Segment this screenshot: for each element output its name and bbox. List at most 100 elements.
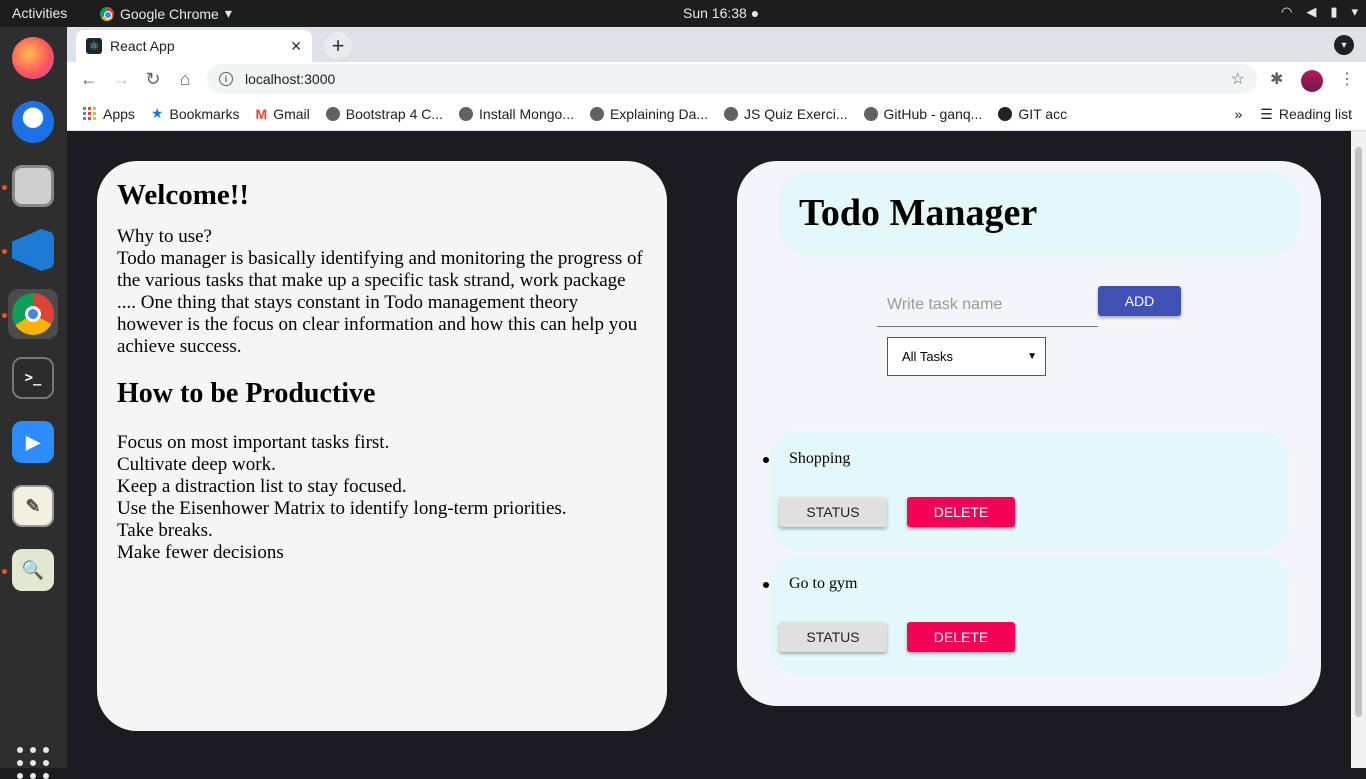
welcome-heading: Welcome!! <box>117 179 250 211</box>
page-scrollbar[interactable] <box>1351 131 1366 768</box>
todo-name: Go to gym <box>789 575 858 592</box>
plus-icon: + <box>331 33 345 58</box>
tip-item: Make fewer decisions <box>117 542 284 563</box>
close-icon[interactable]: ✕ <box>290 38 302 55</box>
status-button[interactable]: STATUS <box>779 622 887 652</box>
tab-search-icon[interactable]: ▾ <box>1334 35 1354 55</box>
status-button[interactable]: STATUS <box>779 497 887 527</box>
bookmark-label: GitHub - ganq... <box>883 105 983 122</box>
chevron-down-icon: ▾ <box>224 5 232 21</box>
star-icon[interactable]: ☆ <box>1231 69 1245 89</box>
bookmark-label: GIT acc <box>1018 105 1068 122</box>
vscode-icon <box>12 229 54 271</box>
zoom-icon: ▶ <box>12 421 54 463</box>
menu-icon[interactable]: ⋮ <box>1339 69 1355 89</box>
add-task-button[interactable]: ADD <box>1098 286 1181 316</box>
running-indicator <box>2 569 7 574</box>
bookmark-label: Apps <box>103 105 135 122</box>
new-tab-button[interactable]: + <box>324 32 352 60</box>
running-indicator <box>2 249 7 254</box>
bookmark-apps[interactable]: Apps <box>83 106 135 122</box>
dock-zoom[interactable]: ▶ <box>8 417 58 467</box>
bookmark-gmail[interactable]: M Gmail <box>256 106 310 122</box>
reload-icon[interactable]: ↻ <box>140 66 166 92</box>
dock-files[interactable] <box>8 161 58 211</box>
avatar[interactable] <box>1301 70 1323 92</box>
clock-label: Sun 16:38 <box>683 5 747 21</box>
filter-selected-value: All Tasks <box>902 349 954 364</box>
tip-item: Keep a distraction list to stay focused. <box>117 476 407 497</box>
extensions-icon[interactable]: ✱ <box>1270 69 1283 89</box>
bookmark-explaining[interactable]: Explaining Da... <box>589 105 709 122</box>
home-icon[interactable]: ⌂ <box>172 66 198 92</box>
terminal-icon: >_ <box>12 357 54 399</box>
activities-button[interactable]: Activities <box>12 5 67 21</box>
scrollbar-thumb[interactable] <box>1355 147 1362 717</box>
chevron-down-icon: ▼ <box>1027 351 1037 362</box>
firefox-icon <box>12 37 54 79</box>
dock-terminal[interactable]: >_ <box>8 353 58 403</box>
github-icon <box>998 106 1013 121</box>
app-menu-label: Google Chrome <box>120 5 219 22</box>
react-icon: ⚛ <box>86 38 102 54</box>
bullet-icon <box>763 457 769 463</box>
dock-text-editor[interactable]: ✎ <box>8 481 58 531</box>
bullet-icon <box>763 582 769 588</box>
address-bar[interactable]: i localhost:3000 ☆ <box>207 64 1257 94</box>
bookmark-label: JS Quiz Exerci... <box>744 105 848 122</box>
bookmark-label: Install Mongo... <box>479 105 574 122</box>
bookmark-label: Gmail <box>273 105 310 122</box>
star-icon: ★ <box>150 105 164 121</box>
page-title: Todo Manager <box>779 171 1299 255</box>
dock-image-viewer[interactable]: 🔍 <box>8 545 58 595</box>
chevron-down-icon: ▾ <box>1351 4 1358 19</box>
dock-thunderbird[interactable] <box>8 97 58 147</box>
delete-button[interactable]: DELETE <box>907 622 1015 652</box>
forward-icon[interactable]: → <box>108 66 134 92</box>
tab-title: React App <box>110 38 175 54</box>
show-applications-icon[interactable] <box>17 747 49 779</box>
bookmark-bootstrap[interactable]: Bootstrap 4 C... <box>325 105 444 122</box>
dock-chrome[interactable] <box>8 289 58 339</box>
back-icon[interactable]: ← <box>76 66 102 92</box>
chrome-center <box>25 306 41 322</box>
bookmark-bookmarks[interactable]: ★ Bookmarks <box>151 105 240 122</box>
wifi-icon: ◠ <box>1280 4 1293 19</box>
bookmarks-right: » ☰ Reading list <box>1234 97 1352 131</box>
bookmark-github[interactable]: GitHub - ganq... <box>863 105 983 122</box>
globe-icon <box>724 106 739 121</box>
globe-icon <box>459 106 474 121</box>
task-name-input[interactable] <box>877 283 1098 327</box>
why-heading: Why to use? <box>117 226 212 247</box>
bookmarks-bar: Apps ★ Bookmarks M Gmail Bootstrap 4 C..… <box>67 97 1366 131</box>
delete-button[interactable]: DELETE <box>907 497 1015 527</box>
tip-item: Use the Eisenhower Matrix to identify lo… <box>117 498 567 519</box>
system-tray[interactable]: ◠ ◀ ▮ ▾ <box>1281 4 1358 20</box>
bookmark-label: Bootstrap 4 C... <box>345 105 444 122</box>
bookmark-git-acc[interactable]: GIT acc <box>998 106 1067 122</box>
todo-item: Shopping STATUS DELETE <box>763 431 1289 550</box>
reading-list-button[interactable]: ☰ Reading list <box>1260 106 1352 123</box>
text-editor-icon: ✎ <box>12 485 54 527</box>
dock-firefox[interactable] <box>8 33 58 83</box>
url-text: localhost:3000 <box>245 71 336 87</box>
battery-icon: ▮ <box>1330 4 1338 19</box>
dock-vscode[interactable] <box>8 225 58 275</box>
browser-window: ⚛ React App ✕ + ▾ ← → ↻ ⌂ i localhost:30… <box>67 27 1366 131</box>
globe-icon <box>863 106 878 121</box>
more-bookmarks-button[interactable]: » <box>1234 106 1242 122</box>
clock[interactable]: Sun 16:38 ● <box>683 5 759 21</box>
globe-icon <box>325 106 340 121</box>
system-top-bar: Activities Google Chrome ▾ Sun 16:38 ● ◠… <box>0 0 1366 27</box>
bookmark-mongo[interactable]: Install Mongo... <box>459 106 574 122</box>
browser-tab[interactable]: ⚛ React App ✕ <box>76 30 312 62</box>
app-menu[interactable]: Google Chrome ▾ <box>100 5 232 22</box>
why-text: Todo manager is basically identifying an… <box>117 248 643 357</box>
volume-icon: ◀ <box>1306 4 1317 19</box>
tip-item: Cultivate deep work. <box>117 454 276 475</box>
bookmark-js-quiz[interactable]: JS Quiz Exerci... <box>724 105 848 122</box>
bookmark-label: Explaining Da... <box>609 105 709 122</box>
chrome-icon <box>100 6 114 21</box>
info-icon[interactable]: i <box>219 72 233 86</box>
task-filter-select[interactable]: All Tasks ▼ <box>887 337 1046 376</box>
